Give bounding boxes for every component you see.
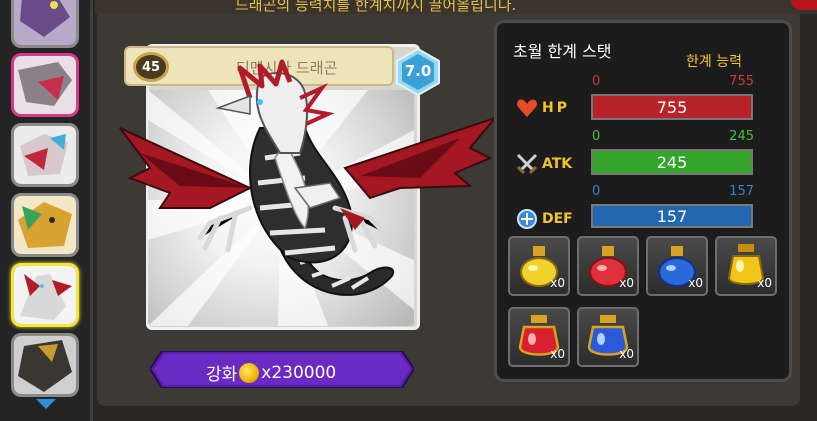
- potion-slot-gold-small[interactable]: x0: [508, 236, 570, 296]
- top-banner: 드래곤의 능력치를 한계치까지 끌어올립니다.: [95, 0, 817, 14]
- atk-value: 245: [656, 152, 688, 172]
- banner-text: 드래곤의 능력치를 한계치까지 끌어올립니다.: [235, 0, 517, 14]
- dragon-portrait-white-red-small[interactable]: [11, 123, 79, 187]
- dragon-portrait-white-red-selected[interactable]: [11, 263, 79, 327]
- hp-label: HP: [516, 98, 570, 118]
- limit-ability-label: 한계 능력: [686, 54, 742, 70]
- def-max: 157: [729, 184, 754, 199]
- heart-icon: [516, 99, 538, 117]
- hp-max: 755: [729, 74, 754, 89]
- atk-label: ATK: [516, 153, 572, 175]
- crossed-swords-icon: [516, 153, 538, 175]
- potion-slot-red-large[interactable]: x0: [508, 307, 570, 367]
- potion-count: x0: [550, 276, 565, 290]
- close-gem-icon[interactable]: [791, 0, 817, 10]
- potion-slot-red-small[interactable]: x0: [577, 236, 639, 296]
- potion-slot-gold-large[interactable]: x0: [715, 236, 777, 296]
- dragon-portrait-purple[interactable]: [11, 0, 79, 48]
- gold-coin-icon: [239, 362, 260, 383]
- potion-count: x0: [550, 347, 565, 361]
- def-value: 157: [656, 206, 688, 226]
- dragon-list-sidebar: [0, 0, 93, 421]
- shield-icon: [517, 209, 537, 229]
- potion-count: x0: [619, 276, 634, 290]
- def-label: DEF: [516, 208, 573, 230]
- scroll-down-arrow-icon[interactable]: [36, 398, 56, 410]
- atk-max: 245: [729, 129, 754, 144]
- potion-count: x0: [619, 347, 634, 361]
- stats-title: 초월 한계 스탯: [513, 42, 612, 61]
- dragon-portrait-grey-pink[interactable]: [11, 53, 79, 117]
- dragon-illustration: [119, 59, 499, 296]
- hp-min: 0: [592, 74, 601, 89]
- dragon-portrait-dark-gold[interactable]: [11, 333, 79, 397]
- enhance-button-label[interactable]: 강화 x230000: [206, 360, 336, 385]
- dragon-portrait-green-gold[interactable]: [11, 193, 79, 257]
- atk-min: 0: [592, 129, 601, 144]
- def-min: 0: [592, 184, 601, 199]
- def-bar: 157: [591, 204, 753, 228]
- potion-slot-blue-small[interactable]: x0: [646, 236, 708, 296]
- enhance-text: 강화: [206, 365, 238, 385]
- atk-bar: 245: [591, 149, 753, 175]
- enhance-cost: x230000: [261, 362, 337, 383]
- potion-count: x0: [757, 276, 772, 290]
- potion-slot-blue-large[interactable]: x0: [577, 307, 639, 367]
- hp-value: 755: [656, 97, 688, 117]
- potion-count: x0: [688, 276, 703, 290]
- hp-bar: 755: [591, 94, 753, 120]
- game-screen: 드래곤의 능력치를 한계치까지 끌어올립니다. 디멘시아 드래곤 45 7.0 …: [0, 0, 817, 421]
